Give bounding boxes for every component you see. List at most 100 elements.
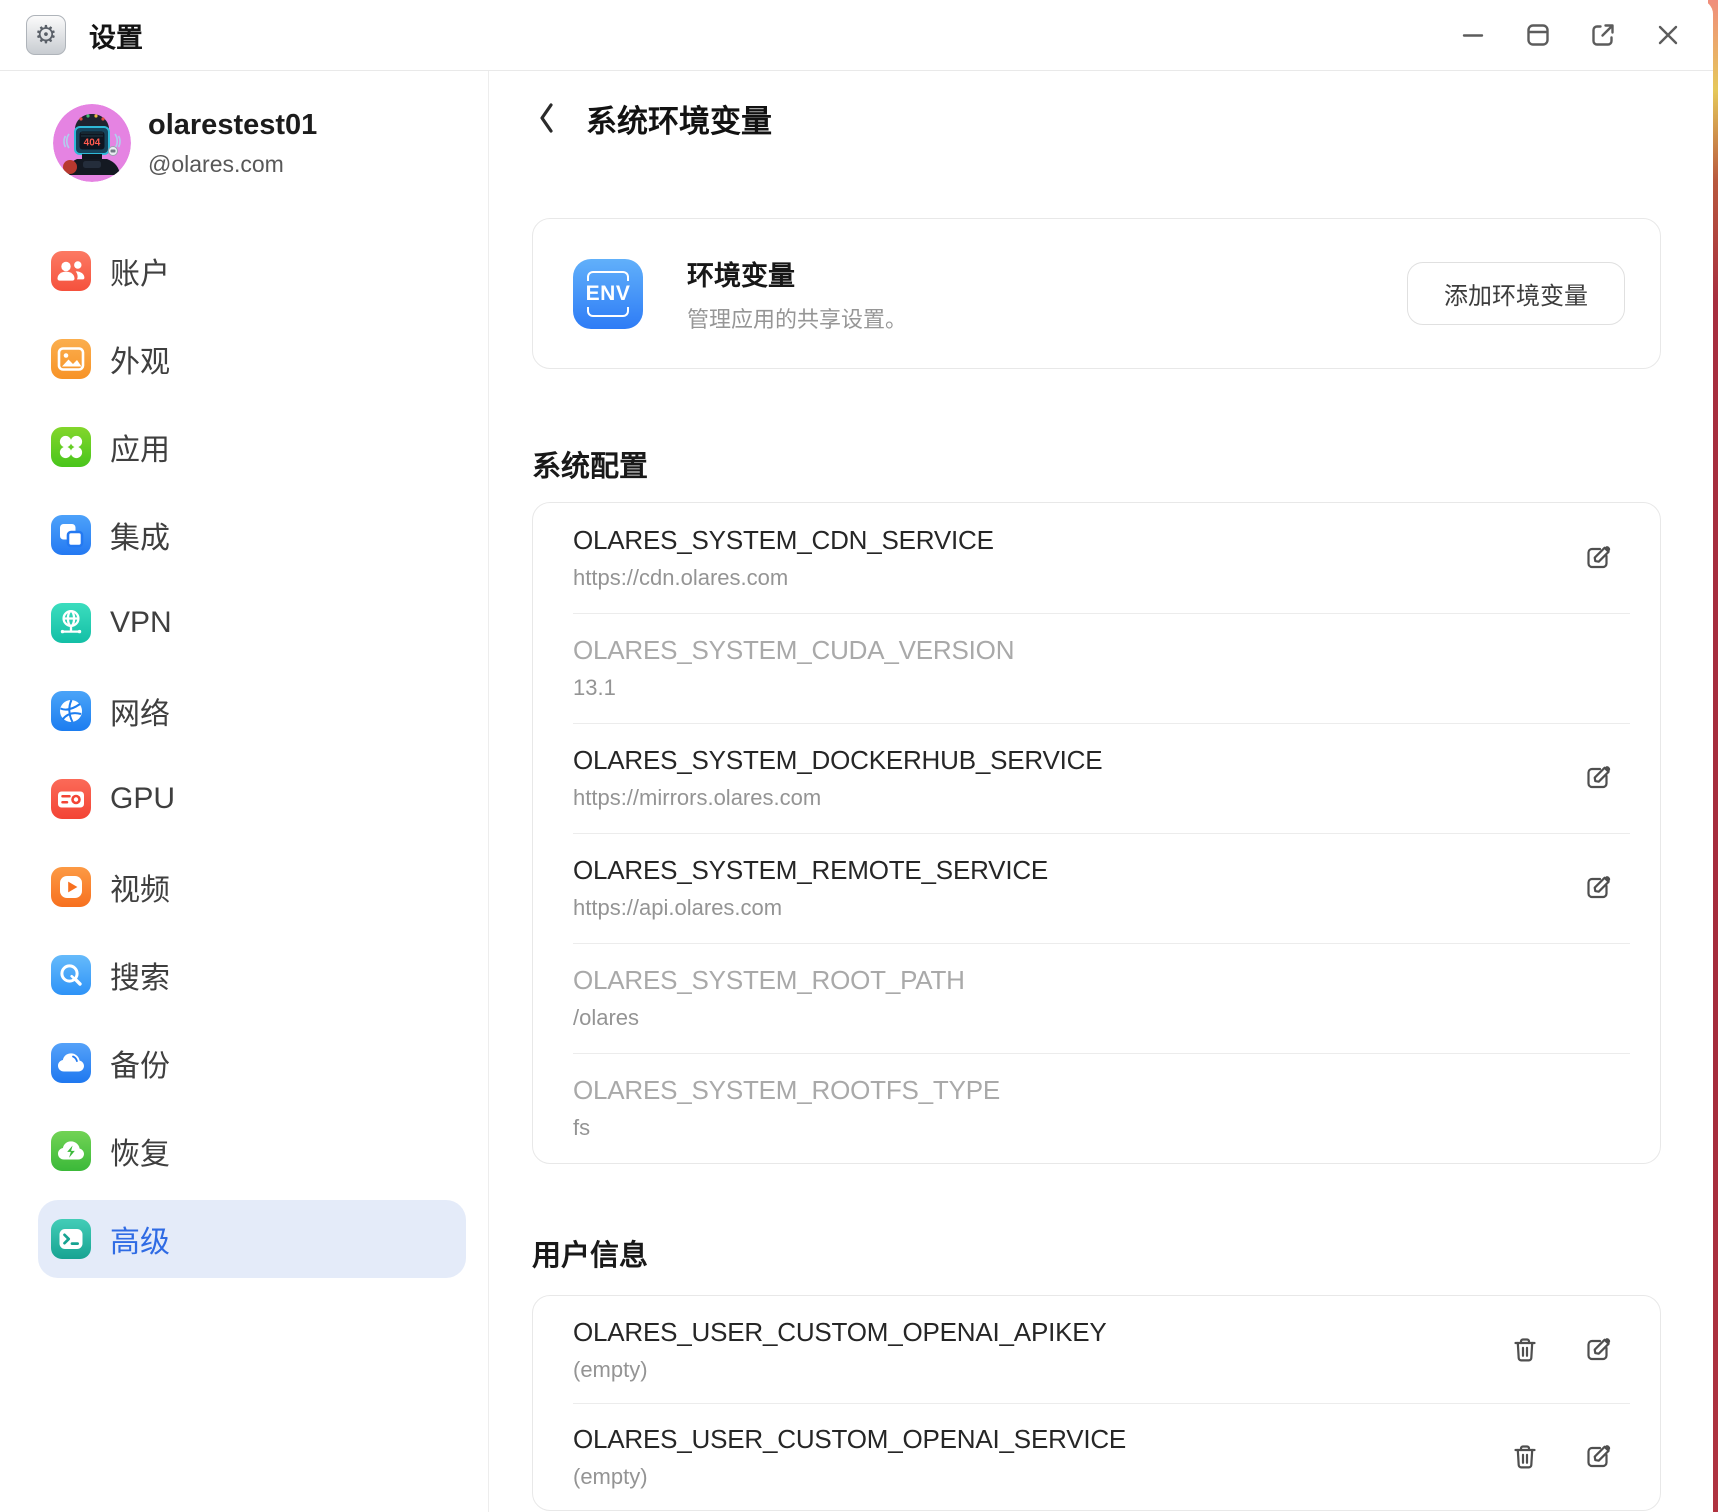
search-icon [51,955,91,995]
popout-button[interactable] [1589,21,1617,49]
backup-cloud-icon [51,1043,91,1083]
image-icon [51,339,91,379]
sidebar-item-restore-cloud[interactable]: 恢复 [38,1112,466,1190]
settings-window: ⚙ 设置 404 [0,0,1713,1512]
env-var-text: OLARES_SYSTEM_CDN_SERVICEhttps://cdn.ola… [573,525,994,591]
sidebar-item-network-globe[interactable]: 网络 [38,672,466,750]
env-var-value: https://mirrors.olares.com [573,785,1102,811]
env-var-value: https://api.olares.com [573,895,1048,921]
edit-icon [1583,1442,1613,1472]
env-var-name: OLARES_SYSTEM_ROOTFS_TYPE [573,1075,1000,1106]
restore-cloud-icon [51,1131,91,1171]
env-card-subtitle: 管理应用的共享设置。 [687,302,907,334]
close-button[interactable] [1654,21,1682,49]
gpu-icon [51,779,91,819]
env-overview-card: ENV 环境变量 管理应用的共享设置。 添加环境变量 [532,218,1661,369]
app-title: 设置 [89,16,143,55]
sidebar-item-label: 应用 [110,425,170,469]
sidebar-item-search[interactable]: 搜索 [38,936,466,1014]
row-actions [1583,543,1613,573]
maximize-button[interactable] [1524,21,1552,49]
env-var-value: https://cdn.olares.com [573,565,994,591]
section-heading: 用户信息 [532,1232,648,1274]
sidebar-item-apps[interactable]: 应用 [38,408,466,486]
env-icon-bracket [587,307,629,317]
edit-button[interactable] [1583,1335,1613,1365]
sidebar-item-label: 搜索 [110,953,170,997]
sidebar-item-label: VPN [110,606,172,640]
env-var-name: OLARES_SYSTEM_ROOT_PATH [573,965,965,996]
env-var-list-card: OLARES_SYSTEM_CDN_SERVICEhttps://cdn.ola… [532,502,1661,1164]
profile-username: olarestest01 [148,109,317,142]
env-var-name: OLARES_SYSTEM_DOCKERHUB_SERVICE [573,745,1102,776]
terminal-icon [51,1219,91,1259]
edit-button[interactable] [1583,763,1613,793]
minimize-button[interactable] [1459,21,1487,49]
sidebar-item-users[interactable]: 账户 [38,232,466,310]
section-heading: 系统配置 [532,443,648,485]
row-actions [1510,1442,1613,1472]
sidebar-item-label: 高级 [110,1217,170,1261]
edit-icon [1583,1335,1613,1365]
env-var-row: OLARES_SYSTEM_ROOT_PATH/olares [533,943,1660,1053]
integration-icon [51,515,91,555]
env-var-text: OLARES_SYSTEM_ROOTFS_TYPEfs [573,1075,1000,1141]
env-var-value: /olares [573,1005,965,1031]
trash-icon [1510,1335,1540,1365]
sidebar-item-image[interactable]: 外观 [38,320,466,398]
sidebar-item-backup-cloud[interactable]: 备份 [38,1024,466,1102]
env-var-name: OLARES_SYSTEM_CUDA_VERSION [573,635,1014,666]
titlebar: ⚙ 设置 [0,0,1713,71]
edit-button[interactable] [1583,1442,1613,1472]
main-content: 系统环境变量 ENV 环境变量 管理应用的共享设置。 添加环境变量 系统配置 OL… [489,71,1713,1512]
delete-button[interactable] [1510,1442,1540,1472]
sidebar-item-label: 集成 [110,513,170,557]
env-var-row: OLARES_SYSTEM_DOCKERHUB_SERVICE https://m… [533,723,1660,833]
env-icon-label: ENV [586,282,631,306]
network-globe-icon [51,691,91,731]
svg-text:404: 404 [84,138,101,149]
window-controls [1459,0,1682,70]
sidebar-item-terminal[interactable]: 高级 [38,1200,466,1278]
edit-icon [1583,543,1613,573]
chevron-left-icon [534,100,558,136]
sidebar-item-label: 网络 [110,689,170,733]
delete-button[interactable] [1510,1335,1540,1365]
edit-button[interactable] [1583,543,1613,573]
users-icon [51,251,91,291]
popout-icon [1589,21,1617,49]
env-var-value: (empty) [573,1464,1126,1490]
add-env-var-button[interactable]: 添加环境变量 [1407,262,1625,325]
env-var-name: OLARES_USER_CUSTOM_OPENAI_SERVICE [573,1424,1126,1455]
trash-icon [1510,1442,1540,1472]
sidebar-item-vpn-globe[interactable]: VPN [38,584,466,662]
env-icon-bracket [587,271,629,281]
row-actions [1583,763,1613,793]
env-var-text: OLARES_SYSTEM_ROOT_PATH/olares [573,965,965,1031]
edit-icon [1583,763,1613,793]
sidebar-item-video[interactable]: 视频 [38,848,466,926]
minimize-icon [1459,21,1487,49]
env-var-row: OLARES_SYSTEM_CUDA_VERSION 13.1 [533,613,1660,723]
env-var-value: (empty) [573,1357,1107,1383]
env-var-row: OLARES_SYSTEM_CDN_SERVICEhttps://cdn.ola… [533,503,1660,613]
row-actions [1510,1335,1613,1365]
settings-gear-app-icon: ⚙ [26,15,66,55]
edit-button[interactable] [1583,873,1613,903]
sidebar-item-label: 视频 [110,865,170,909]
sidebar: 404 olarestest01 @olares.com 账户外观应用集成VPN… [0,71,489,1512]
env-var-value: fs [573,1115,1000,1141]
close-icon [1654,21,1682,49]
avatar[interactable]: 404 [53,104,131,182]
sidebar-item-gpu[interactable]: GPU [38,760,466,838]
sidebar-item-integration[interactable]: 集成 [38,496,466,574]
sidebar-item-label: 账户 [110,249,170,293]
avatar-robot-image: 404 [53,104,131,182]
apps-icon [51,427,91,467]
page-title: 系统环境变量 [586,96,772,141]
env-var-value: 13.1 [573,675,1014,701]
env-var-text: OLARES_USER_CUSTOM_OPENAI_APIKEY(empty) [573,1317,1107,1383]
edit-icon [1583,873,1613,903]
back-button[interactable] [533,99,559,137]
sidebar-item-label: 恢复 [110,1129,170,1173]
